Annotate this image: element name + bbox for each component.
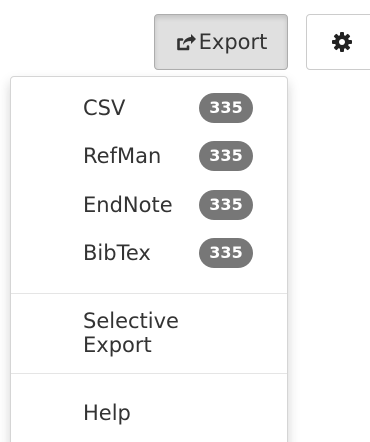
export-button[interactable]: Export — [154, 14, 288, 70]
menu-item-label: EndNote — [83, 193, 173, 217]
count-badge: 335 — [199, 141, 253, 171]
export-button-label: Export — [198, 30, 268, 54]
export-toolbar: Export CSV 335 RefMan 335 EndNote 335 Bi… — [0, 0, 370, 442]
settings-button[interactable] — [306, 14, 370, 70]
menu-item-label: CSV — [83, 96, 126, 120]
menu-divider — [11, 293, 287, 294]
count-badge: 335 — [199, 93, 253, 123]
menu-divider — [11, 373, 287, 374]
gear-icon — [331, 31, 353, 53]
menu-item-label: Selective Export — [83, 309, 179, 357]
share-square-icon — [175, 31, 197, 53]
export-dropdown-menu: CSV 335 RefMan 335 EndNote 335 BibTex 33… — [10, 76, 288, 442]
count-badge: 335 — [199, 238, 253, 268]
menu-item-label: BibTex — [83, 241, 151, 265]
menu-item-help[interactable]: Help — [11, 390, 287, 436]
count-badge: 335 — [199, 190, 253, 220]
menu-item-label: RefMan — [83, 144, 162, 168]
menu-item-selective-export[interactable]: Selective Export — [11, 309, 287, 357]
menu-item-label: Help — [83, 401, 131, 425]
menu-item-endnote[interactable]: EndNote 335 — [11, 182, 287, 228]
menu-item-refman[interactable]: RefMan 335 — [11, 133, 287, 179]
menu-item-bibtex[interactable]: BibTex 335 — [11, 230, 287, 276]
menu-item-csv[interactable]: CSV 335 — [11, 85, 287, 131]
